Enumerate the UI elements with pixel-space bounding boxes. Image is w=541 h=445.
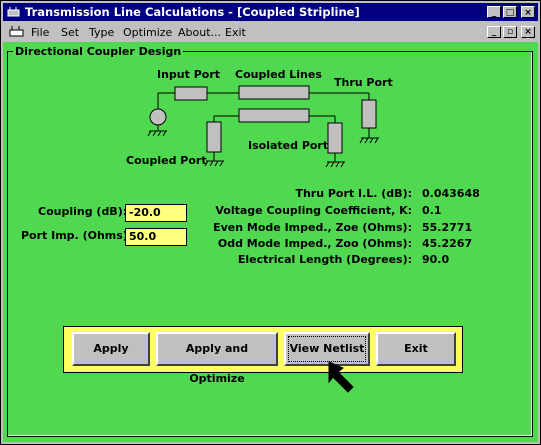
exit-button[interactable]: Exit <box>376 332 456 366</box>
maximize-button[interactable]: □ <box>503 6 517 18</box>
minimize-button[interactable]: _ <box>487 6 501 18</box>
result-value: 45.2267 <box>422 237 473 250</box>
mdi-restore-button[interactable]: ▫ <box>503 26 517 38</box>
isolated-port-label: Isolated Port <box>248 139 329 152</box>
input-port-label: Input Port <box>157 68 221 81</box>
result-label: Odd Mode Imped., Zoo (Ohms): <box>217 237 412 250</box>
result-label: Electrical Length (Degrees): <box>237 253 412 266</box>
client-area: Directional Coupler Design Input Port Co… <box>3 42 538 442</box>
app-window: Transmission Line Calculations - [Couple… <box>0 0 541 445</box>
coupled-port-label: Coupled Port <box>126 154 207 167</box>
apply-button[interactable]: Apply <box>72 332 150 366</box>
menu-file[interactable]: File <box>31 26 49 39</box>
button-panel: Apply Apply and Optimize View Netlist Ex… <box>63 326 463 385</box>
port-imp-input[interactable]: 50.0 <box>125 228 187 246</box>
window-title: Transmission Line Calculations - [Couple… <box>25 5 360 19</box>
mouse-pointer-icon <box>328 361 354 393</box>
menu-optimize[interactable]: Optimize <box>123 26 172 39</box>
document-icon <box>9 26 24 37</box>
coupling-label: Coupling (dB): <box>38 205 128 218</box>
close-button[interactable]: × <box>521 6 535 18</box>
menu-type[interactable]: Type <box>89 26 114 39</box>
result-value: 0.043648 <box>422 187 480 200</box>
result-value: 90.0 <box>422 253 450 266</box>
maximize-icon: □ <box>505 8 515 18</box>
title-bar[interactable]: Transmission Line Calculations - [Couple… <box>3 3 538 21</box>
mdi-minimize-button[interactable]: _ <box>487 26 501 38</box>
minimize-icon: _ <box>491 8 497 18</box>
result-value: 55.2771 <box>422 221 473 234</box>
menu-set[interactable]: Set <box>61 26 79 39</box>
coupling-input[interactable]: -20.0 <box>125 204 187 222</box>
app-icon <box>7 7 20 17</box>
result-value: 0.1 <box>422 204 442 217</box>
coupled-lines-label: Coupled Lines <box>235 68 322 81</box>
apply-optimize-button[interactable]: Apply and Optimize <box>156 332 278 385</box>
menu-exit[interactable]: Exit <box>225 26 246 39</box>
close-icon: × <box>524 8 532 18</box>
menu-about[interactable]: About... <box>178 26 221 39</box>
menu-bar: File Set Type Optimize About... Exit _ ▫… <box>3 23 538 41</box>
thru-port-label: Thru Port <box>334 76 393 89</box>
mdi-close-button[interactable]: × <box>521 26 535 38</box>
result-label: Even Mode Imped., Zoe (Ohms): <box>213 221 412 234</box>
port-imp-label: Port Imp. (Ohms) <box>21 229 128 242</box>
result-label: Thru Port I.L. (dB): <box>295 187 412 200</box>
result-label: Voltage Coupling Coefficient, K: <box>215 204 412 217</box>
coupler-diagram <box>147 85 379 168</box>
